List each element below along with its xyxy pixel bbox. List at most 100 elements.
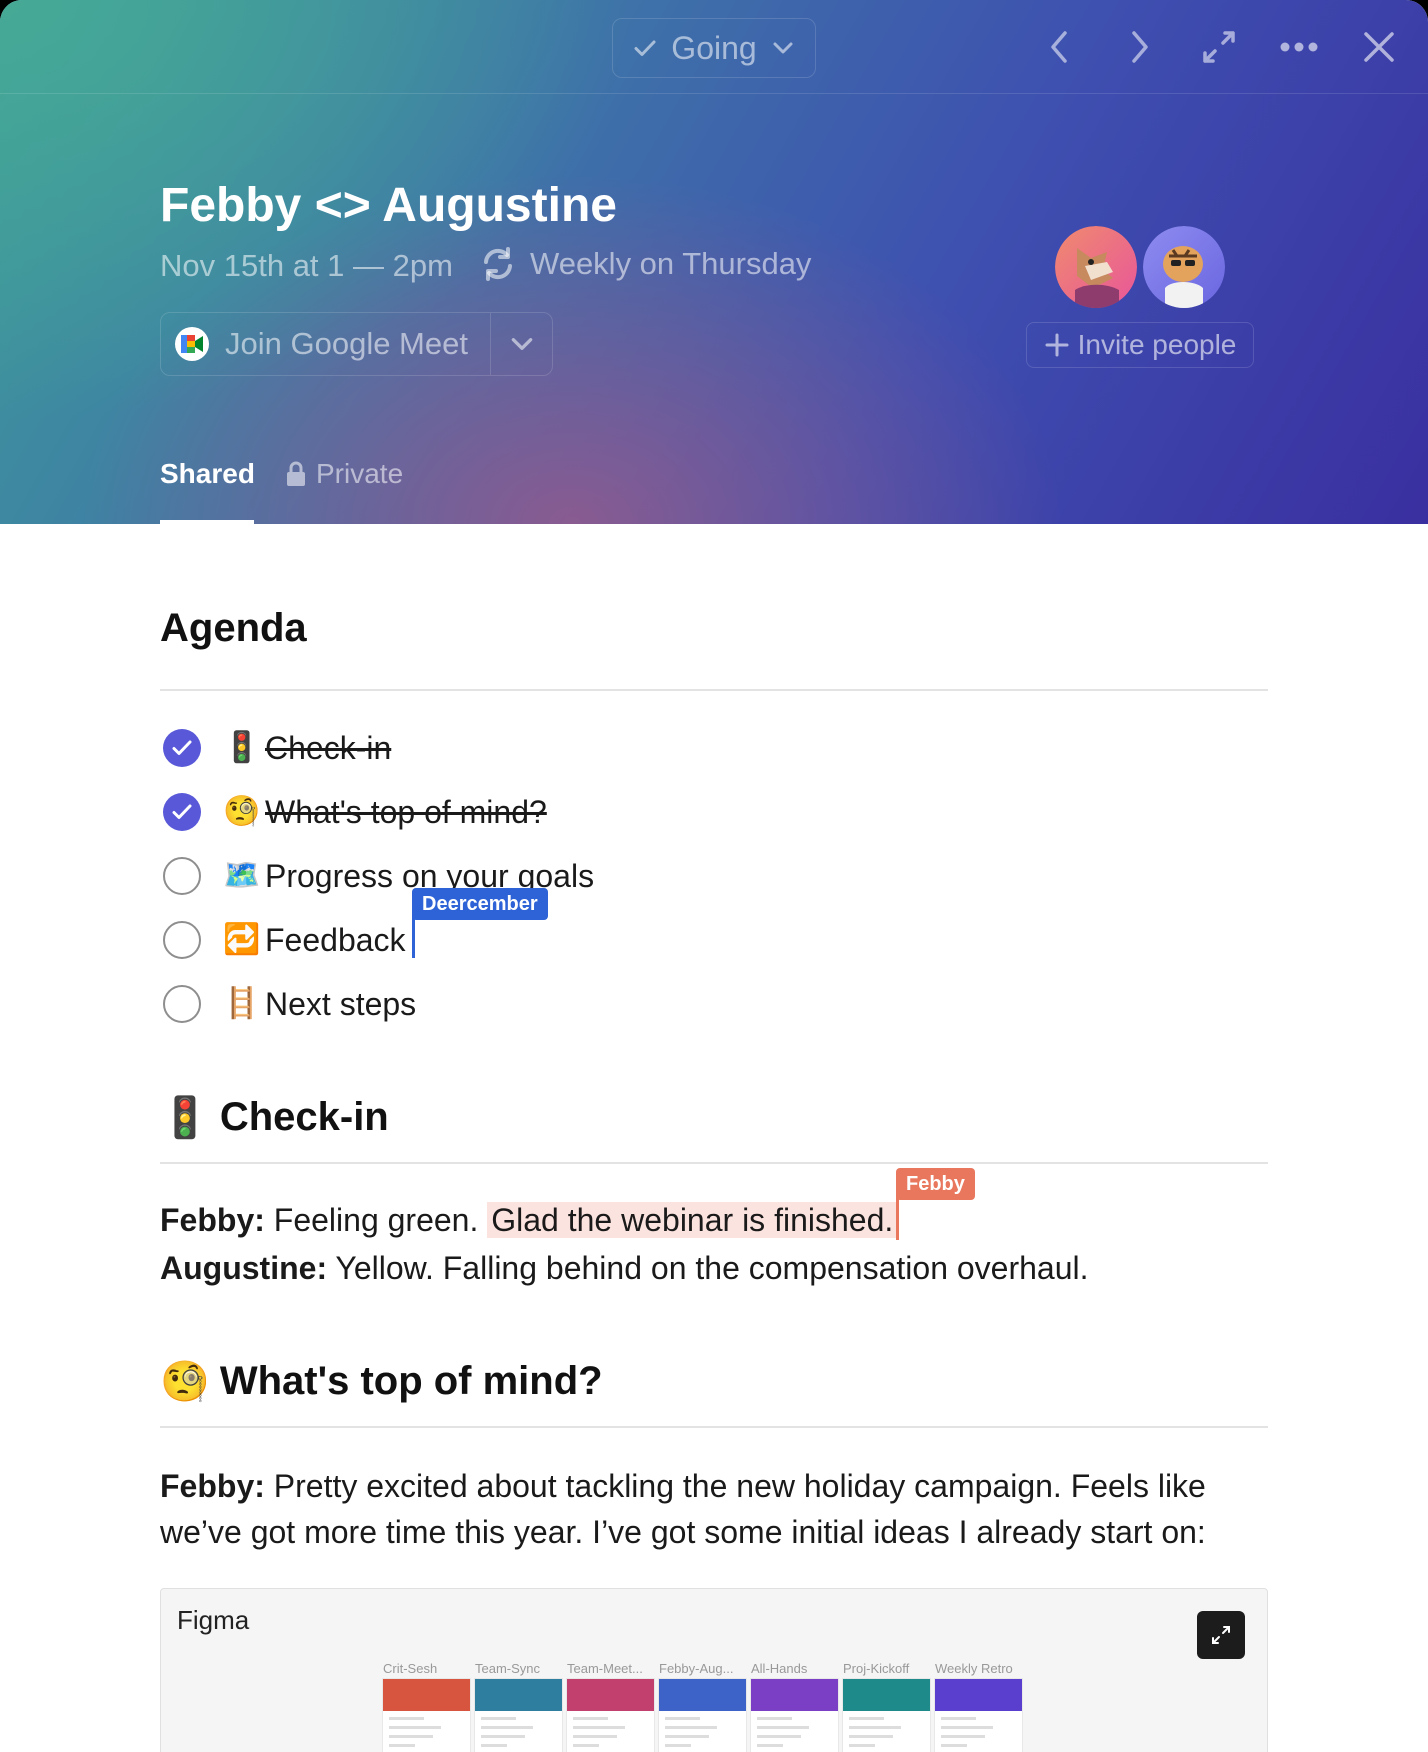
- figma-frame-line: [389, 1726, 442, 1729]
- plus-icon: [1045, 333, 1069, 357]
- chevron-left-icon: [1051, 31, 1067, 63]
- event-recurrence: Weekly on Thursday: [480, 246, 811, 282]
- figma-frame-line: [757, 1726, 810, 1729]
- expand-button[interactable]: [1196, 24, 1242, 70]
- agenda-item: 🔁 Feedback: [163, 918, 406, 962]
- figma-frame[interactable]: Team-Meet...: [567, 1661, 654, 1752]
- topbar-divider: [0, 93, 1428, 94]
- figma-frame-header: [751, 1679, 838, 1711]
- checkin-text: Feeling green.: [264, 1202, 488, 1238]
- figma-frame[interactable]: Weekly Retro: [935, 1661, 1022, 1752]
- divider: [160, 1426, 1268, 1428]
- agenda-checkbox[interactable]: [163, 985, 201, 1023]
- top-of-mind-line: we’ve got more time this year. I’ve got …: [160, 1514, 1206, 1550]
- figma-frame[interactable]: Proj-Kickoff: [843, 1661, 930, 1752]
- top-of-mind-line: Febby: Pretty excited about tackling the…: [160, 1462, 1206, 1510]
- recurrence-label: Weekly on Thursday: [530, 246, 812, 281]
- figma-frame-line: [481, 1726, 534, 1729]
- figma-frame-line: [849, 1744, 876, 1747]
- figma-frame-line: [573, 1735, 617, 1738]
- active-tab-indicator: [160, 520, 254, 524]
- figma-frame[interactable]: Crit-Sesh: [383, 1661, 470, 1752]
- world-map-icon: 🗺️: [223, 859, 261, 892]
- check-icon: [172, 804, 192, 819]
- previous-event-button[interactable]: [1037, 24, 1083, 70]
- close-button[interactable]: [1356, 24, 1402, 70]
- agenda-checkbox-checked[interactable]: [163, 793, 201, 831]
- next-event-button[interactable]: [1116, 24, 1162, 70]
- meet-options-dropdown[interactable]: [491, 331, 552, 357]
- figma-frame-line: [849, 1735, 893, 1738]
- agenda-item: 🪜 Next steps: [163, 982, 416, 1026]
- expand-icon: [1212, 1626, 1230, 1644]
- figma-frame[interactable]: Febby-Aug...: [659, 1661, 746, 1752]
- figma-frame[interactable]: All-Hands: [751, 1661, 838, 1752]
- figma-frame-line: [849, 1726, 902, 1729]
- tab-shared[interactable]: Shared: [160, 458, 255, 490]
- event-datetime: Nov 15th at 1 — 2pm: [160, 248, 453, 283]
- figma-frame-line: [757, 1717, 792, 1720]
- ladder-icon: 🪜: [223, 987, 261, 1020]
- collaborator-cursor: [896, 1196, 899, 1240]
- figma-frame-line: [941, 1735, 985, 1738]
- figma-frame-line: [757, 1735, 801, 1738]
- rsvp-dropdown[interactable]: Going: [612, 18, 816, 78]
- tab-private-label: Private: [316, 458, 404, 489]
- top-of-mind-title: What's top of mind?: [219, 1359, 603, 1403]
- top-of-mind-heading: 🧐 What's top of mind?: [160, 1358, 603, 1405]
- collaborator-cursor-label: Deercember: [412, 888, 548, 920]
- avatar-augustine[interactable]: [1143, 226, 1225, 308]
- google-meet-icon: [175, 327, 209, 361]
- figma-frame-thumbnail: [659, 1679, 746, 1752]
- agenda-title: Agenda: [160, 606, 307, 650]
- figma-frame-name: Febby-Aug...: [659, 1661, 734, 1676]
- invite-people-label: Invite people: [1077, 329, 1237, 360]
- rsvp-label: Going: [671, 29, 757, 66]
- agenda-checkbox[interactable]: [163, 857, 201, 895]
- figma-embed[interactable]: Figma Crit-Sesh Team-Sync Team-Meet... Febb…: [160, 1588, 1268, 1752]
- speaker-name: Febby:: [160, 1202, 265, 1238]
- tab-private[interactable]: Private: [286, 458, 403, 490]
- figma-frame-line: [573, 1744, 600, 1747]
- speaker-name: Febby:: [160, 1468, 265, 1504]
- figma-frame-line: [941, 1726, 994, 1729]
- figma-frame-header: [935, 1679, 1022, 1711]
- google-meet-control: Join Google Meet: [160, 312, 553, 376]
- figma-frame[interactable]: Team-Sync: [475, 1661, 562, 1752]
- event-window: Going Febby <> Augustine Nov 15th at 1 —…: [0, 0, 1428, 1752]
- agenda-item-label[interactable]: Next steps: [265, 986, 416, 1023]
- check-icon: [172, 740, 192, 755]
- figma-frame-header: [383, 1679, 470, 1711]
- agenda-item-label[interactable]: Check-in: [265, 730, 391, 767]
- figma-frame-line: [481, 1735, 525, 1738]
- figma-frame-line: [665, 1717, 700, 1720]
- agenda-item-label[interactable]: Feedback: [265, 922, 406, 959]
- chevron-down-icon: [511, 338, 532, 350]
- agenda-checkbox[interactable]: [163, 921, 201, 959]
- repeat-icon: [484, 247, 512, 281]
- figma-frame-line: [389, 1735, 433, 1738]
- figma-frame-header: [567, 1679, 654, 1711]
- figma-frame-header: [659, 1679, 746, 1711]
- collaborator-cursor-label: Febby: [896, 1168, 975, 1200]
- invite-people-button[interactable]: Invite people: [1026, 322, 1254, 368]
- join-google-meet-label: Join Google Meet: [225, 326, 468, 361]
- figma-frame-name: Team-Meet...: [567, 1661, 643, 1676]
- figma-frame-name: Crit-Sesh: [383, 1661, 438, 1676]
- expand-icon: [1203, 31, 1235, 63]
- figma-frame-name: Team-Sync: [475, 1661, 541, 1676]
- traffic-light-icon: 🚦: [160, 1096, 210, 1140]
- expand-embed-button[interactable]: [1197, 1611, 1245, 1659]
- figma-frame-line: [665, 1744, 692, 1747]
- avatar-febby[interactable]: [1055, 226, 1137, 308]
- monocle-face-icon: 🧐: [223, 795, 261, 828]
- highlighted-text: Glad the webinar is finished.: [487, 1202, 898, 1238]
- agenda-checkbox-checked[interactable]: [163, 729, 201, 767]
- more-options-button[interactable]: [1276, 24, 1322, 70]
- chevron-down-icon: [771, 36, 795, 60]
- figma-frame-line: [573, 1726, 626, 1729]
- join-google-meet-button[interactable]: Join Google Meet: [161, 313, 491, 375]
- figma-frame-thumbnail: [567, 1679, 654, 1752]
- agenda-item-label[interactable]: What's top of mind?: [265, 794, 547, 831]
- agenda-heading: Agenda: [160, 606, 307, 651]
